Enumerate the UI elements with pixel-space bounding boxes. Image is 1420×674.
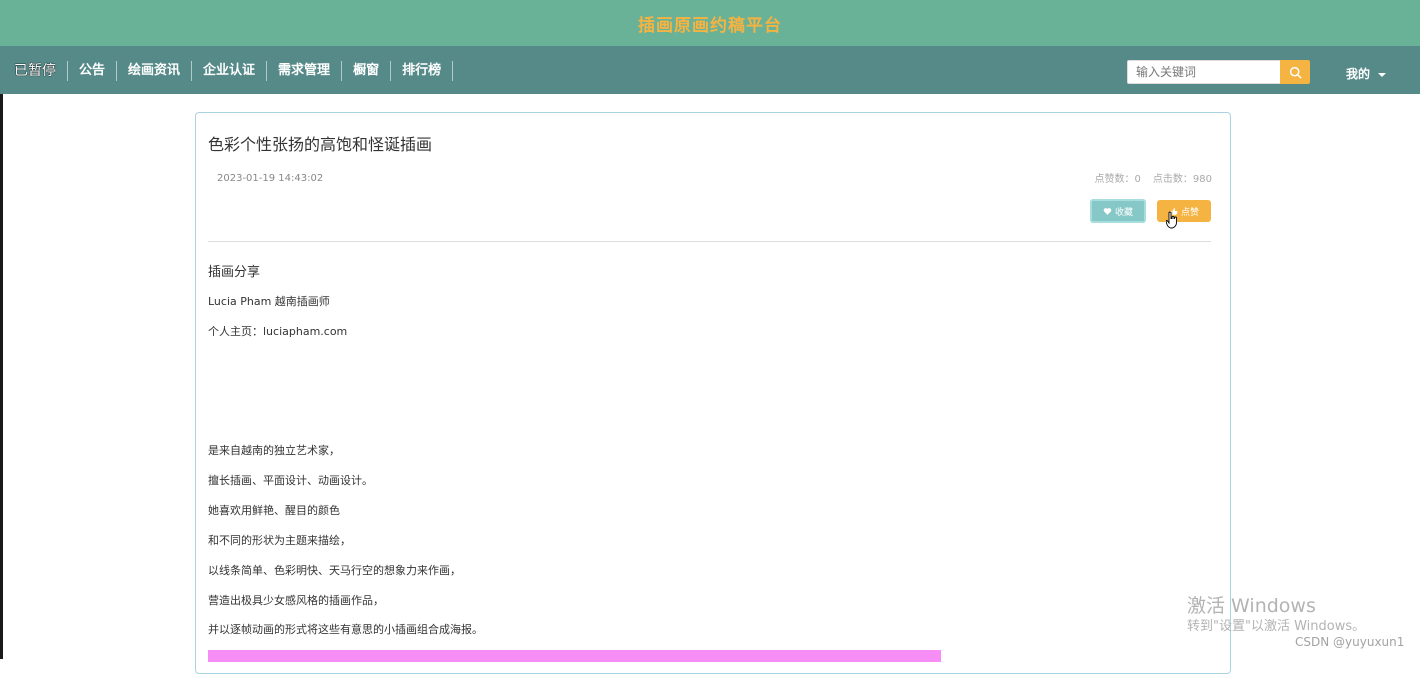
site-title: 插画原画约稿平台	[638, 16, 782, 36]
like-button-label: 点赞	[1180, 207, 1199, 218]
paragraph-line: 擅长插画、平面设计、动画设计。	[208, 474, 373, 487]
main-nav: 已暂停 公告 绘画资讯 企业认证 需求管理 橱窗 排行榜 我的	[0, 46, 1420, 94]
article-title: 色彩个性张扬的高饱和怪诞插画	[208, 135, 433, 154]
article-stats: 点赞数：0 点击数：980	[1083, 170, 1212, 185]
nav-item-painting-news[interactable]: 绘画资讯	[117, 61, 193, 81]
csdn-watermark: CSDN @yuyuxun1	[1295, 635, 1405, 649]
user-menu[interactable]: 我的	[1346, 65, 1387, 82]
chevron-down-icon	[1378, 72, 1387, 77]
article-image	[208, 650, 941, 662]
paragraph-line: 营造出极具少女感风格的插画作品，	[208, 594, 384, 607]
paragraph-line: 她喜欢用鲜艳、醒目的颜色	[208, 504, 340, 517]
paragraph-line: 以线条简单、色彩明快、天马行空的想象力来作画，	[208, 564, 461, 577]
favorite-button-label: 收藏	[1114, 207, 1133, 218]
like-count: 点赞数：0	[1094, 174, 1141, 185]
homepage-line: 个人主页：luciapham.com	[208, 325, 348, 338]
click-count: 点击数：980	[1152, 174, 1212, 185]
search-box	[1127, 60, 1310, 84]
left-window-edge	[0, 0, 3, 659]
nav-item-demand-management[interactable]: 需求管理	[267, 61, 343, 81]
author-line: Lucia Pham 越南插画师	[208, 295, 330, 308]
nav-item-enterprise-cert[interactable]: 企业认证	[192, 61, 268, 81]
search-icon	[1289, 66, 1302, 79]
windows-activation-hint: 转到"设置"以激活 Windows。	[1187, 619, 1366, 634]
nav-item-announcements[interactable]: 公告	[68, 61, 118, 81]
section-title: 插画分享	[208, 265, 261, 280]
paused-indicator: 已暂停	[10, 61, 68, 81]
favorite-button[interactable]: 收藏	[1090, 199, 1146, 223]
article-card: 色彩个性张扬的高饱和怪诞插画 2023-01-19 14:43:02 点赞数：0…	[195, 112, 1231, 674]
paragraph-line: 并以逐帧动画的形式将这些有意思的小插画组合成海报。	[208, 623, 483, 636]
paragraph-line: 和不同的形状为主题来描绘，	[208, 534, 351, 547]
nav-item-ranking[interactable]: 排行榜	[391, 61, 454, 81]
divider	[208, 241, 1211, 242]
nav-items: 已暂停 公告 绘画资讯 企业认证 需求管理 橱窗 排行榜	[10, 61, 454, 81]
hand-cursor-icon	[1166, 211, 1177, 229]
user-menu-label: 我的	[1346, 67, 1371, 81]
nav-item-showcase[interactable]: 橱窗	[342, 61, 392, 81]
heart-icon	[1103, 207, 1112, 215]
site-header: 插画原画约稿平台	[0, 0, 1420, 46]
search-input[interactable]	[1127, 60, 1280, 84]
article-date: 2023-01-19 14:43:02	[217, 173, 324, 184]
windows-activation-title: 激活 Windows	[1187, 595, 1316, 617]
search-button[interactable]	[1280, 60, 1310, 84]
paragraph-line: 是来自越南的独立艺术家，	[208, 444, 340, 457]
